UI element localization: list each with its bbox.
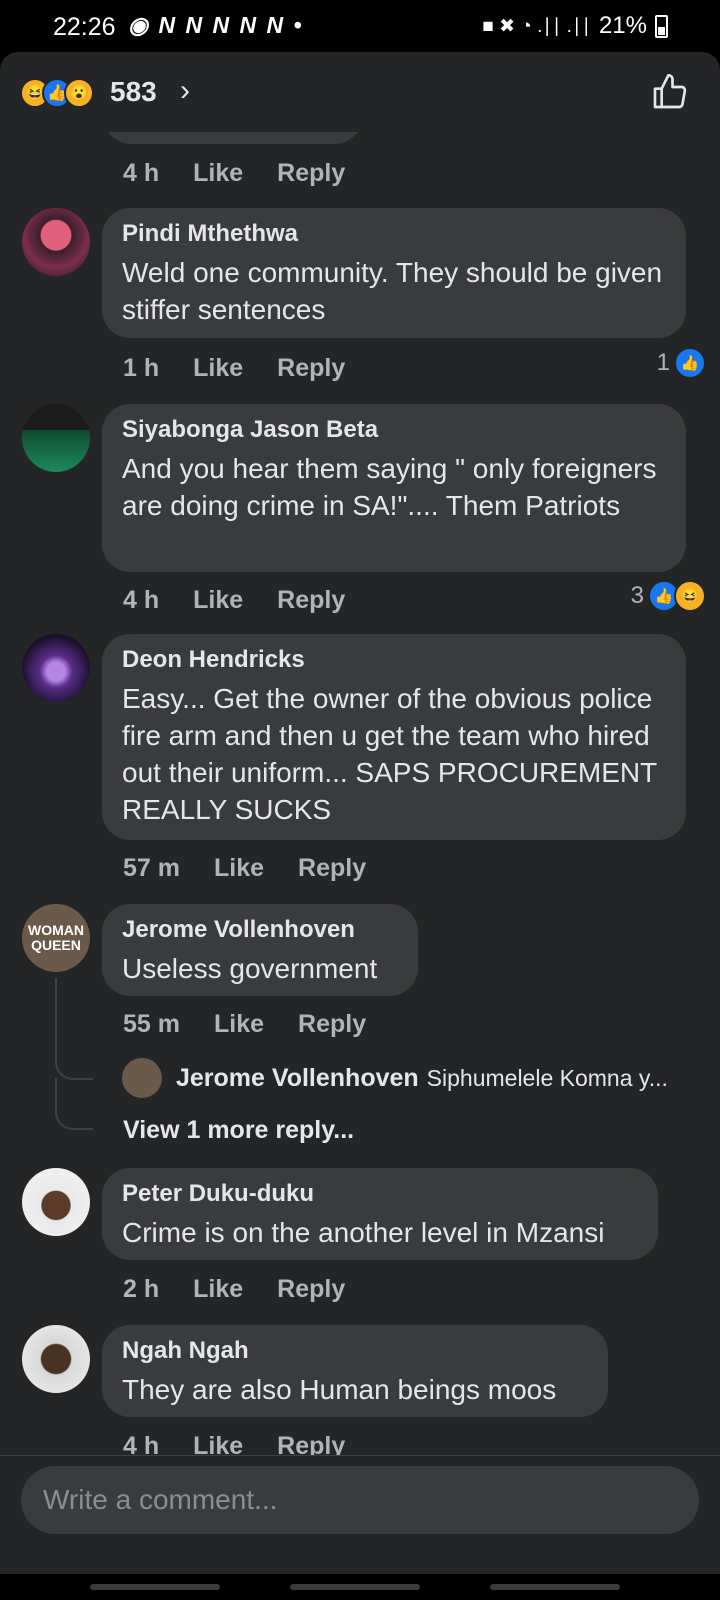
comment-bubble[interactable]: Ngah Ngah They are also Human beings moo…: [102, 1325, 608, 1417]
notification-icons: ◉ N N N N N •: [128, 12, 304, 38]
thread-line: [55, 1078, 93, 1130]
reply-link[interactable]: Reply: [298, 854, 366, 883]
commenter-name[interactable]: Deon Hendricks: [122, 646, 666, 674]
avatar-text: QUEEN: [31, 937, 81, 953]
comment-actions: 55 m Like Reply: [123, 1010, 400, 1039]
reply-link[interactable]: Reply: [277, 159, 345, 188]
nav-home-handle[interactable]: [290, 1584, 420, 1590]
comment-feed[interactable]: 4 h Like Reply Pindi Mthethwa Weld one c…: [0, 132, 720, 1507]
reply-link[interactable]: Reply: [298, 1010, 366, 1039]
comment-time: 4 h: [123, 159, 160, 187]
reply-link[interactable]: Reply: [277, 354, 345, 383]
reply-link[interactable]: Reply: [277, 586, 345, 615]
commenter-name[interactable]: Jerome Vollenhoven: [122, 916, 398, 944]
view-more-replies[interactable]: View 1 more reply...: [123, 1116, 354, 1145]
battery-icon: [655, 14, 668, 38]
avatar[interactable]: [22, 208, 90, 276]
reaction-count: 1: [656, 349, 670, 376]
comment-text: They are also Human beings moos: [122, 1374, 557, 1405]
nav-recent-handle[interactable]: [90, 1584, 220, 1590]
comment-bubble[interactable]: Jerome Vollenhoven Useless government: [102, 904, 418, 996]
comment-text: Crime is on the another level in Mzansi: [122, 1217, 605, 1248]
system-nav-bar: [0, 1574, 720, 1600]
like-link[interactable]: Like: [193, 354, 243, 383]
avatar[interactable]: [22, 634, 90, 702]
reactions-header[interactable]: 😆 👍 😮 583 ›: [0, 52, 720, 132]
commenter-name[interactable]: Siyabonga Jason Beta: [122, 416, 666, 444]
comment-bubble: [102, 132, 364, 144]
comment-actions: 4 h Like Reply: [123, 159, 379, 188]
comment-time: 55 m: [123, 1010, 180, 1038]
haha-icon: 😆: [674, 580, 706, 612]
commenter-name[interactable]: Peter Duku-duku: [122, 1180, 638, 1208]
avatar-text: WOMAN: [28, 922, 84, 938]
reaction-counter[interactable]: 3 👍 😆: [631, 580, 706, 612]
reaction-count: 3: [630, 582, 644, 609]
comment-actions: 4 h Like Reply: [123, 586, 379, 615]
like-link[interactable]: Like: [193, 1275, 243, 1304]
reply-text: Siphumelele Komna y...: [426, 1064, 668, 1091]
comment-text: Weld one community. They should be given…: [122, 257, 663, 325]
comment-time: 2 h: [123, 1275, 160, 1303]
comment-bubble[interactable]: Deon Hendricks Easy... Get the owner of …: [102, 634, 686, 840]
commenter-name[interactable]: Ngah Ngah: [122, 1337, 588, 1365]
avatar[interactable]: [22, 1325, 90, 1393]
comment-text: Useless government: [122, 953, 378, 984]
reaction-counter[interactable]: 1 👍: [657, 347, 706, 379]
comment-actions: 1 h Like Reply: [123, 354, 379, 383]
status-bar: 22:26 ◉ N N N N N • ■ ✖ ◔ .∣∣ .∣∣ 21%: [0, 0, 720, 52]
comment-time: 4 h: [123, 586, 160, 614]
reply-link[interactable]: Reply: [277, 1275, 345, 1304]
reaction-count[interactable]: 583: [110, 76, 157, 108]
reaction-icons[interactable]: 😆 👍 😮: [20, 78, 94, 108]
thread-line: [55, 978, 93, 1080]
thumbs-up-icon[interactable]: [650, 72, 690, 112]
comment-time: 1 h: [123, 354, 160, 382]
comment-bubble[interactable]: Peter Duku-duku Crime is on the another …: [102, 1168, 658, 1260]
status-right: ■ ✖ ◔ .∣∣ .∣∣ 21%: [482, 12, 668, 40]
comments-sheet: 😆 👍 😮 583 › 4 h Like Reply Pindi Mthethw…: [0, 52, 720, 1600]
comment-time: 57 m: [123, 854, 180, 882]
system-icons: ■ ✖ ◔ .∣∣ .∣∣: [482, 15, 591, 37]
avatar[interactable]: [22, 404, 90, 472]
like-link[interactable]: Like: [193, 586, 243, 615]
like-link[interactable]: Like: [214, 1010, 264, 1039]
comment-actions: 57 m Like Reply: [123, 854, 400, 883]
comment-composer: [0, 1455, 720, 1549]
avatar: [122, 1058, 162, 1098]
avatar[interactable]: [22, 1168, 90, 1236]
comment-input[interactable]: [21, 1466, 699, 1534]
chevron-right-icon[interactable]: ›: [180, 74, 190, 108]
like-icon: 👍: [674, 347, 706, 379]
wow-icon: 😮: [64, 78, 94, 108]
like-link[interactable]: Like: [214, 854, 264, 883]
comment-bubble[interactable]: Siyabonga Jason Beta And you hear them s…: [102, 404, 686, 572]
comment-text: Easy... Get the owner of the obvious pol…: [122, 683, 657, 825]
battery-percent: 21%: [598, 12, 647, 39]
comment-bubble[interactable]: Pindi Mthethwa Weld one community. They …: [102, 208, 686, 338]
avatar[interactable]: WOMAN QUEEN: [22, 904, 90, 972]
comment-text: And you hear them saying " only foreigne…: [122, 453, 657, 521]
reply-author[interactable]: Jerome Vollenhoven: [176, 1064, 419, 1093]
comment-actions: 2 h Like Reply: [123, 1275, 379, 1304]
nav-back-handle[interactable]: [490, 1584, 620, 1590]
reply-preview[interactable]: Jerome Vollenhoven Siphumelele Komna y..…: [122, 1058, 668, 1098]
status-time: 22:26: [53, 13, 116, 41]
like-link[interactable]: Like: [193, 159, 243, 188]
commenter-name[interactable]: Pindi Mthethwa: [122, 220, 666, 248]
